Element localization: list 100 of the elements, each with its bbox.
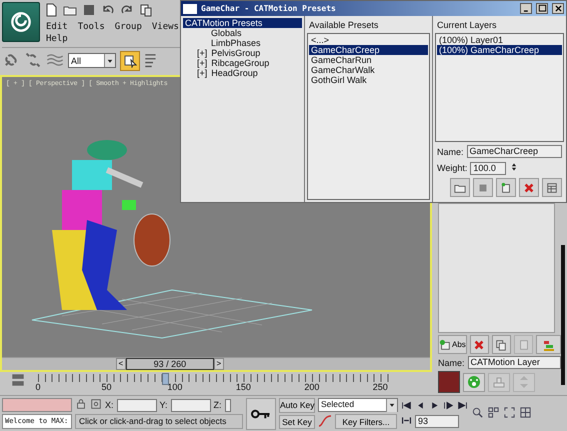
- expand-toggle[interactable]: [+]: [197, 68, 208, 78]
- delete-preset-button[interactable]: [519, 178, 539, 197]
- menu-item[interactable]: Views: [152, 22, 179, 32]
- cursor-icon: [123, 54, 137, 68]
- list-item[interactable]: GameCharRun: [309, 55, 428, 65]
- tree-item[interactable]: Globals: [209, 28, 242, 38]
- magnifier-icon: [471, 406, 484, 419]
- menu-item[interactable]: Group: [114, 22, 142, 32]
- frame-tick-label: 200: [304, 382, 320, 392]
- select-object-button[interactable]: [120, 50, 140, 70]
- copy-icon: [495, 338, 508, 350]
- selection-filter-dropdown[interactable]: All: [68, 53, 116, 68]
- paw-button[interactable]: [463, 372, 485, 392]
- tree-item[interactable]: HeadGroup: [209, 68, 258, 78]
- expand-toggle[interactable]: [+]: [197, 58, 208, 68]
- table-button[interactable]: [542, 178, 562, 197]
- skip-forward-icon: [457, 400, 468, 410]
- list-item[interactable]: (100%) GameCharCreep: [437, 45, 562, 55]
- close-icon: [473, 338, 486, 350]
- list-item[interactable]: GameCharCreep: [309, 45, 428, 55]
- list-heading: Available Presets: [308, 19, 380, 32]
- expand-toggle[interactable]: [+]: [197, 48, 208, 58]
- padlock-icon: [75, 398, 87, 410]
- swirl-icon: [10, 11, 32, 33]
- current-frame-marker[interactable]: [162, 373, 170, 385]
- layer-name-field[interactable]: CATMotion Layer: [468, 356, 561, 369]
- clipboard-icon: [518, 338, 530, 350]
- broken-chain-icon: [24, 50, 42, 68]
- scroll-bar[interactable]: [561, 245, 565, 385]
- tree-item[interactable]: LimbPhases: [209, 38, 261, 48]
- add-layer-button[interactable]: Abs: [438, 335, 467, 354]
- frame-tick-label: 250: [372, 382, 388, 392]
- grid-magnifier-icon: [487, 406, 500, 419]
- window-icon: [183, 4, 197, 14]
- copy-layer-button[interactable]: [492, 335, 512, 354]
- step-forward-icon: [443, 400, 454, 410]
- set-key-button[interactable]: Set Key: [279, 414, 315, 429]
- app-logo-button[interactable]: [2, 2, 40, 42]
- track-bar[interactable]: 0 50 100 150 200 250: [38, 372, 394, 394]
- previous-frame-button[interactable]: <: [116, 358, 126, 370]
- close-icon: [523, 182, 535, 194]
- frame-tick-label: 0: [36, 382, 40, 392]
- new-file-icon[interactable]: [44, 3, 58, 19]
- key-filters-button[interactable]: Key Filters...: [335, 414, 397, 429]
- name-field[interactable]: GameCharCreep: [466, 145, 562, 158]
- list-item[interactable]: GothGirl Walk: [309, 75, 428, 85]
- layers-list[interactable]: (100%) Layer01 (100%) GameCharCreep: [435, 33, 564, 142]
- key-mode-dropdown[interactable]: Selected: [318, 398, 398, 412]
- box-corners-icon: [503, 406, 516, 419]
- list-item[interactable]: GameCharWalk: [309, 65, 428, 75]
- list-item[interactable]: (100%) Layer01: [437, 35, 562, 45]
- frame-tick-label: 100: [167, 382, 182, 392]
- set-keys-button[interactable]: [246, 398, 276, 430]
- tree-item[interactable]: RibcageGroup: [209, 58, 270, 68]
- frame-tick-label: 150: [236, 382, 251, 392]
- name-label: Name:: [438, 358, 465, 368]
- name-label: Name:: [437, 146, 464, 156]
- page-icon: [500, 182, 512, 194]
- menu-item[interactable]: Help: [46, 34, 68, 44]
- y-label: Y:: [160, 400, 168, 410]
- new-preset-button[interactable]: [496, 178, 516, 197]
- maximize-button[interactable]: [536, 3, 548, 14]
- auto-key-button[interactable]: Auto Key: [279, 398, 315, 412]
- next-frame-button[interactable]: >: [214, 358, 224, 370]
- menu-item[interactable]: Edit: [46, 22, 68, 32]
- weight-field[interactable]: 100.0: [470, 162, 506, 174]
- frame-reading: 93 / 260: [126, 358, 214, 370]
- table-icon: [546, 182, 558, 194]
- list-item[interactable]: <...>: [309, 35, 428, 45]
- tree-item[interactable]: PelvisGroup: [209, 48, 260, 58]
- menu-item[interactable]: Tools: [78, 22, 105, 32]
- track-bar-icon: [10, 372, 26, 388]
- current-frame-field[interactable]: 93: [415, 414, 459, 428]
- pages-icon: [139, 3, 153, 17]
- close-icon: [554, 4, 562, 13]
- play-icon: [429, 400, 440, 410]
- weight-label: Weight:: [437, 163, 468, 173]
- load-preset-button[interactable]: [450, 178, 470, 197]
- z-label: Z:: [214, 400, 222, 410]
- maxscript-listener-field[interactable]: [2, 398, 72, 412]
- z-coordinate-field[interactable]: [224, 398, 231, 412]
- frame-tick-label: 50: [101, 382, 112, 392]
- delete-layer-button[interactable]: [470, 335, 489, 354]
- status-message: Click or click-and-drag to select objects: [75, 414, 243, 429]
- presets-list[interactable]: <...> GameCharCreep GameCharRun GameCharWalk GothGirl Walk: [307, 33, 430, 200]
- list-heading: Current Layers: [436, 19, 498, 32]
- x-label: X:: [105, 400, 114, 410]
- tray-icon: [492, 375, 506, 389]
- quad-box-icon: [519, 406, 532, 419]
- y-coordinate-field[interactable]: [170, 398, 211, 412]
- tree-item[interactable]: CATMotion Presets: [183, 18, 302, 28]
- caret-icon: [388, 401, 396, 409]
- minimize-button[interactable]: [520, 3, 532, 14]
- layer-color-swatch[interactable]: [438, 371, 460, 393]
- layer-manager-button[interactable]: [536, 335, 561, 354]
- x-coordinate-field[interactable]: [116, 398, 157, 412]
- key-mode-icon: [401, 414, 412, 426]
- close-button[interactable]: [552, 3, 564, 14]
- window-title: GameChar - CATMotion Presets: [201, 4, 337, 13]
- curve-icon: [318, 414, 332, 428]
